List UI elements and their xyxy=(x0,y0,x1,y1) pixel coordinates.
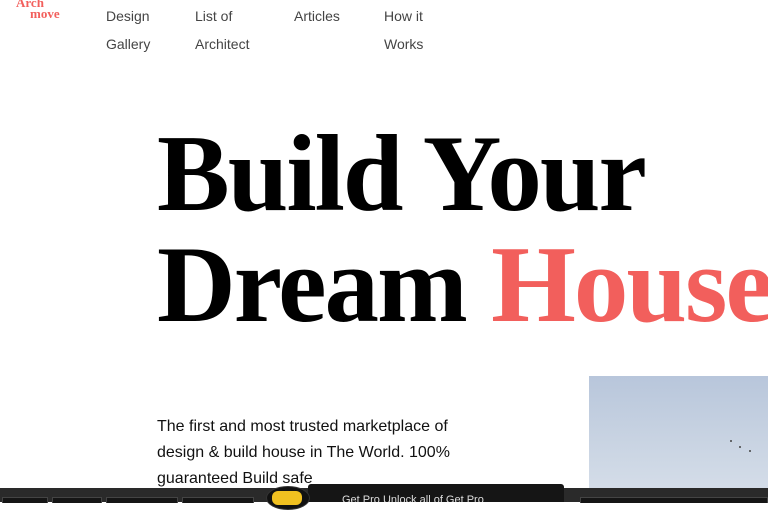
promo-toast-text: Get Pro Unlock all of Get Pro xyxy=(342,494,484,502)
nav-label-line-2: Architect xyxy=(195,36,250,52)
nav-label-line-1: List of xyxy=(195,8,233,24)
promo-toast[interactable]: Get Pro Unlock all of Get Pro xyxy=(308,484,564,502)
hero-title-line-2: Dream xyxy=(157,224,492,345)
nav-label-line-2: Gallery xyxy=(106,36,151,52)
hero-house-photo xyxy=(589,376,768,502)
hero-title-accent: House xyxy=(491,224,768,345)
bottom-tab[interactable] xyxy=(182,497,254,503)
hero-title: Build Your Dream House xyxy=(157,118,768,340)
bottom-tab[interactable] xyxy=(52,497,102,503)
bottom-tab[interactable] xyxy=(106,497,178,503)
nav-list-of-architect[interactable]: List of Architect xyxy=(195,2,249,58)
bird-speck xyxy=(730,440,732,442)
nav-articles[interactable]: Articles xyxy=(294,2,340,30)
nav-label-line-1: Articles xyxy=(294,8,340,24)
hero-title-line-1: Build Your xyxy=(157,113,647,234)
nav-label-line-2: Works xyxy=(384,36,424,52)
bird-speck xyxy=(749,450,751,452)
bird-speck xyxy=(739,446,741,448)
hero-description: The first and most trusted marketplace o… xyxy=(157,418,450,487)
brand-logo[interactable]: Arch move xyxy=(16,0,60,20)
nav-how-it-works[interactable]: How it Works xyxy=(384,2,423,58)
nav-design-gallery[interactable]: Design Gallery xyxy=(106,2,150,58)
promo-icon xyxy=(272,491,302,505)
nav-label-line-1: How it xyxy=(384,8,423,24)
nav-label-line-1: Design xyxy=(106,8,150,24)
bottom-tab[interactable] xyxy=(2,497,48,503)
bottom-tab[interactable] xyxy=(580,497,768,503)
